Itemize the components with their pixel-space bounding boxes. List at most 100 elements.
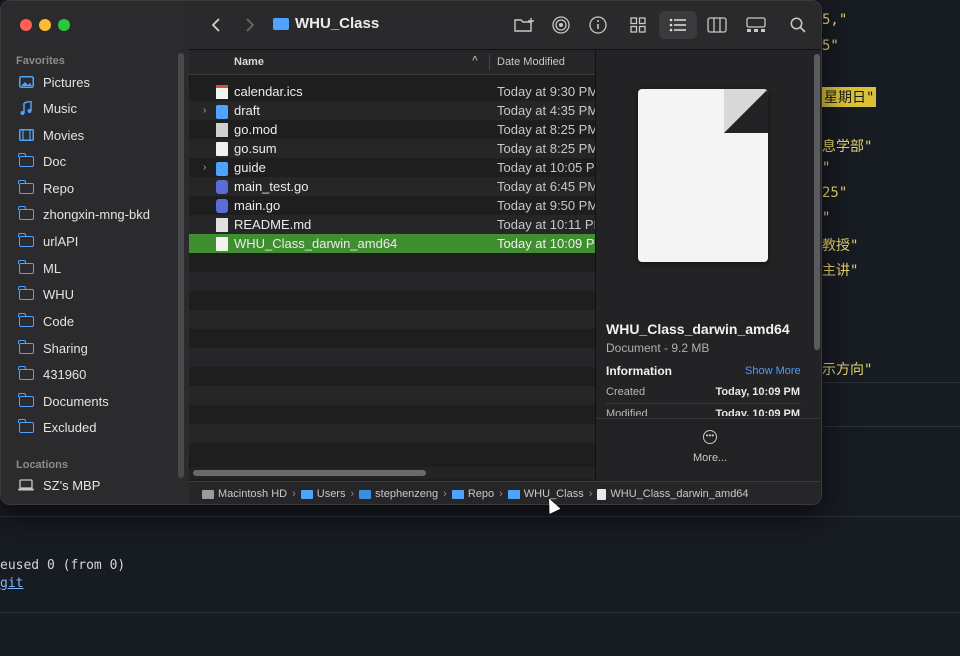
disclosure-chevron-right-icon[interactable]: › — [203, 105, 206, 116]
column-header-date-modified[interactable]: Date Modified — [497, 56, 565, 68]
folder-icon — [18, 259, 34, 274]
list-icon — [669, 18, 686, 32]
path-item-whu-class-darwin-amd64[interactable]: WHU_Class_darwin_amd64 — [597, 488, 749, 500]
file-row[interactable]: › draft Today at 4:35 PM — [189, 101, 595, 120]
path-separator-icon: › — [292, 488, 296, 500]
file-date: Today at 8:25 PM — [497, 141, 595, 156]
horizontal-scrollbar-thumb[interactable] — [193, 470, 426, 476]
search-button[interactable] — [785, 13, 811, 37]
created-value: Today, 10:09 PM — [715, 386, 800, 398]
sidebar-item-label: Repo — [43, 180, 75, 196]
sidebar-item-pictures[interactable]: Pictures — [11, 69, 176, 95]
path-separator-icon: › — [588, 488, 593, 500]
list-view-button[interactable] — [665, 13, 691, 37]
sidebar-item-sharing[interactable]: Sharing — [11, 335, 176, 361]
get-info-button[interactable] — [585, 13, 611, 37]
document-preview-icon — [638, 89, 768, 262]
sidebar: Favorites Pictures Music Movies Doc Repo… — [1, 1, 190, 504]
sidebar-scrollbar[interactable] — [178, 53, 184, 478]
file-date: Today at 10:05 PM — [497, 160, 595, 175]
column-header-name[interactable]: Name — [234, 56, 264, 68]
code-fragment: 教授" — [822, 238, 859, 254]
preview-pane: WHU_Class_darwin_amd64 Document - 9.2 MB… — [595, 50, 821, 482]
modified-value: Today, 10:09 PM — [715, 408, 800, 416]
sidebar-item-label: Excluded — [43, 419, 97, 435]
folder-icon — [18, 339, 34, 354]
path-separator-icon: › — [443, 488, 447, 500]
sidebar-item-music[interactable]: Music — [11, 95, 176, 121]
calendar-file-icon — [216, 84, 228, 99]
file-row[interactable]: README.md Today at 10:11 PM — [189, 215, 595, 234]
file-row[interactable]: go.sum Today at 8:25 PM — [189, 139, 595, 158]
terminal-link[interactable]: git — [0, 576, 23, 591]
sidebar-item-label: Movies — [43, 127, 85, 143]
sidebar-item-zhongxin-mng-bkd[interactable]: zhongxin-mng-bkd — [11, 201, 176, 227]
empty-row — [189, 291, 595, 310]
minimize-window-button[interactable] — [39, 19, 51, 31]
file-date: Today at 9:50 PM — [497, 198, 595, 213]
document-icon — [216, 141, 228, 156]
empty-row — [189, 386, 595, 405]
back-button[interactable] — [203, 13, 229, 37]
file-name: main_test.go — [234, 179, 309, 194]
sidebar-item-excluded[interactable]: Excluded — [11, 414, 176, 440]
folder-icon — [18, 232, 34, 247]
disclosure-chevron-right-icon[interactable]: › — [203, 162, 206, 173]
sidebar-item-label: urlAPI — [43, 233, 79, 249]
file-row-selected[interactable]: WHU_Class_darwin_amd64 Today at 10:09 PM — [189, 234, 595, 253]
file-name: guide — [234, 160, 266, 175]
sidebar-item-label: 431960 — [43, 366, 87, 382]
sidebar-item-whu[interactable]: WHU — [11, 281, 176, 307]
zoom-window-button[interactable] — [58, 19, 70, 31]
code-fragment: " — [822, 160, 831, 176]
gallery-view-button[interactable] — [743, 13, 769, 37]
file-row[interactable]: main_test.go Today at 6:45 PM — [189, 177, 595, 196]
column-separator[interactable] — [489, 54, 490, 70]
forward-button[interactable] — [237, 13, 263, 37]
folder-icon — [216, 162, 228, 176]
file-row[interactable]: go.mod Today at 8:25 PM — [189, 120, 595, 139]
more-actions-icon[interactable]: ••• — [703, 430, 717, 444]
sidebar-item-movies[interactable]: Movies — [11, 122, 176, 148]
path-item-repo[interactable]: Repo — [451, 488, 494, 500]
path-item-macintosh-hd[interactable]: Macintosh HD — [202, 488, 287, 500]
sidebar-item-doc[interactable]: Doc — [11, 148, 176, 174]
file-row[interactable]: main.go Today at 9:50 PM — [189, 196, 595, 215]
file-name: calendar.ics — [234, 84, 303, 99]
markdown-file-icon — [216, 217, 228, 232]
sidebar-item-431960[interactable]: 431960 — [11, 361, 176, 387]
airdrop-button[interactable] — [548, 13, 574, 37]
folder-icon — [216, 105, 228, 119]
path-item-stephenzeng[interactable]: stephenzeng — [359, 488, 438, 500]
folder-icon — [18, 312, 34, 327]
sidebar-item-repo[interactable]: Repo — [11, 175, 176, 201]
more-actions-button[interactable]: More... — [693, 452, 727, 464]
column-view-button[interactable] — [704, 13, 730, 37]
path-item-whu-class[interactable]: WHU_Class — [507, 488, 584, 500]
sidebar-item-ml[interactable]: ML — [11, 255, 176, 281]
close-window-button[interactable] — [20, 19, 32, 31]
gallery-icon — [746, 17, 766, 32]
sidebar-item-documents[interactable]: Documents — [11, 388, 176, 414]
folder-icon — [18, 365, 34, 380]
file-date: Today at 10:11 PM — [497, 217, 595, 232]
path-item-users[interactable]: Users — [300, 488, 345, 500]
code-fragment: 5" — [822, 38, 839, 54]
code-fragment: 25" — [822, 185, 848, 201]
empty-row — [189, 329, 595, 348]
empty-row — [189, 253, 595, 272]
icon-view-button[interactable] — [625, 13, 651, 37]
preview-information-heading: Information — [606, 364, 672, 378]
new-folder-button[interactable] — [512, 13, 538, 37]
finder-window: Favorites Pictures Music Movies Doc Repo… — [0, 0, 822, 505]
empty-row — [189, 310, 595, 329]
file-row[interactable]: › guide Today at 10:05 PM — [189, 158, 595, 177]
preview-scrollbar[interactable] — [814, 54, 820, 350]
sidebar-item-urlapi[interactable]: urlAPI — [11, 228, 176, 254]
show-more-link[interactable]: Show More — [745, 365, 801, 377]
sidebar-item-code[interactable]: Code — [11, 308, 176, 334]
file-row[interactable]: calendar.ics Today at 9:30 PM — [189, 82, 595, 101]
preview-file-kind: Document - 9.2 MB — [606, 341, 710, 355]
code-fragment: 息学部" — [822, 139, 873, 155]
sidebar-item-sz-mbp[interactable]: SZ's MBP — [11, 472, 176, 498]
